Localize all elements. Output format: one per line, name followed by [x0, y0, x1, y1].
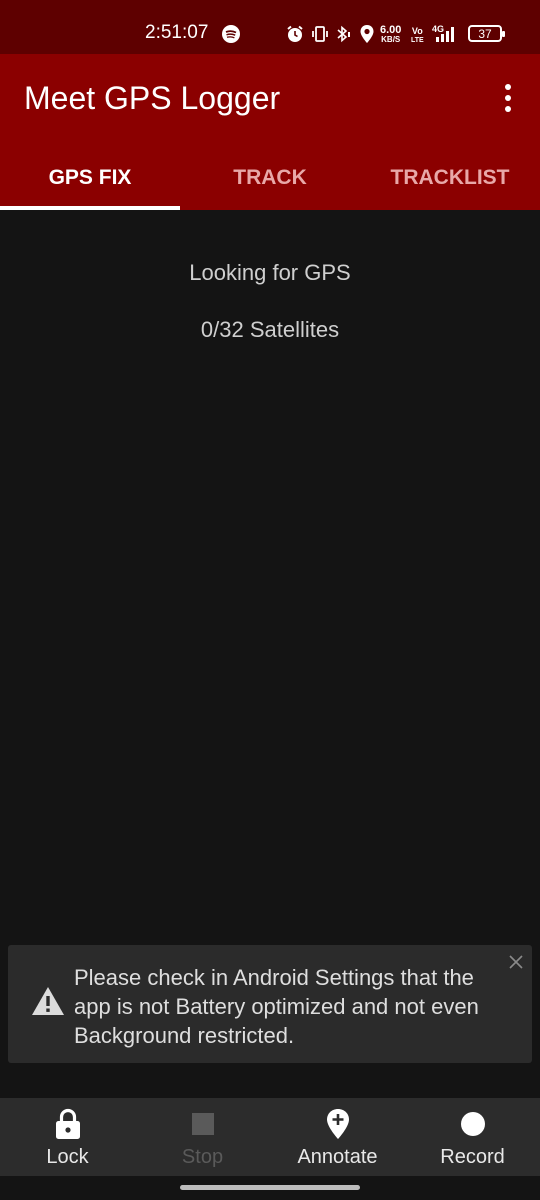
- spotify-icon: [222, 25, 240, 48]
- net-speed-value: 6.00: [380, 24, 402, 36]
- record-button[interactable]: Record: [405, 1098, 540, 1176]
- app-title: Meet GPS Logger: [24, 80, 281, 116]
- battery-level: 37: [478, 26, 492, 41]
- volte-bottom: LTE: [411, 37, 424, 44]
- close-icon[interactable]: [504, 951, 528, 975]
- net-speed: 6.00 KB/S: [380, 25, 401, 45]
- location-icon: [359, 24, 375, 49]
- bluetooth-icon: [334, 25, 352, 48]
- lock-label: Lock: [46, 1146, 89, 1168]
- snackbar-message: Please check in Android Settings that th…: [74, 965, 479, 1048]
- stop-label: Stop: [181, 1146, 224, 1168]
- signal-icon: 4G: [430, 24, 464, 44]
- add-location-icon: [326, 1108, 350, 1140]
- status-bar: 2:51:07 6.00 KB/S Vo LTE 4G 37: [0, 0, 540, 54]
- satellite-count: 0/32 Satellites: [200, 317, 340, 342]
- battery-warning-snackbar: Please check in Android Settings that th…: [8, 945, 532, 1063]
- battery-icon: 37: [468, 25, 505, 42]
- overflow-menu-icon[interactable]: [494, 82, 522, 114]
- system-nav-bar: [0, 1176, 540, 1200]
- stop-icon: [191, 1108, 214, 1140]
- record-label: Record: [440, 1146, 505, 1168]
- annotate-button[interactable]: Annotate: [270, 1098, 405, 1176]
- tab-gps-fix[interactable]: GPS FIX: [0, 146, 180, 210]
- annotate-label: Annotate: [297, 1146, 378, 1168]
- tab-tracklist[interactable]: TRACKLIST: [360, 146, 540, 210]
- status-time: 2:51:07: [145, 22, 209, 43]
- gps-status-text: Looking for GPS: [189, 260, 351, 285]
- net-speed-unit: KB/S: [381, 35, 401, 44]
- vibrate-icon: [311, 25, 329, 48]
- warning-icon: [30, 985, 66, 1017]
- lock-button[interactable]: Lock: [0, 1098, 135, 1176]
- volte-badge: Vo LTE: [411, 26, 424, 46]
- bottom-toolbar: Lock Stop Annotate Record: [0, 1098, 540, 1176]
- home-gesture-handle[interactable]: [180, 1185, 360, 1190]
- lock-icon: [55, 1108, 81, 1140]
- record-icon: [460, 1108, 486, 1140]
- alarm-icon: [286, 25, 304, 48]
- volte-top: Vo: [411, 26, 423, 36]
- tab-bar: GPS FIX TRACK TRACKLIST: [0, 146, 540, 210]
- stop-button[interactable]: Stop: [135, 1098, 270, 1176]
- app-bar: Meet GPS Logger GPS FIX TRACK TRACKLIST: [0, 54, 540, 210]
- tab-track[interactable]: TRACK: [180, 146, 360, 210]
